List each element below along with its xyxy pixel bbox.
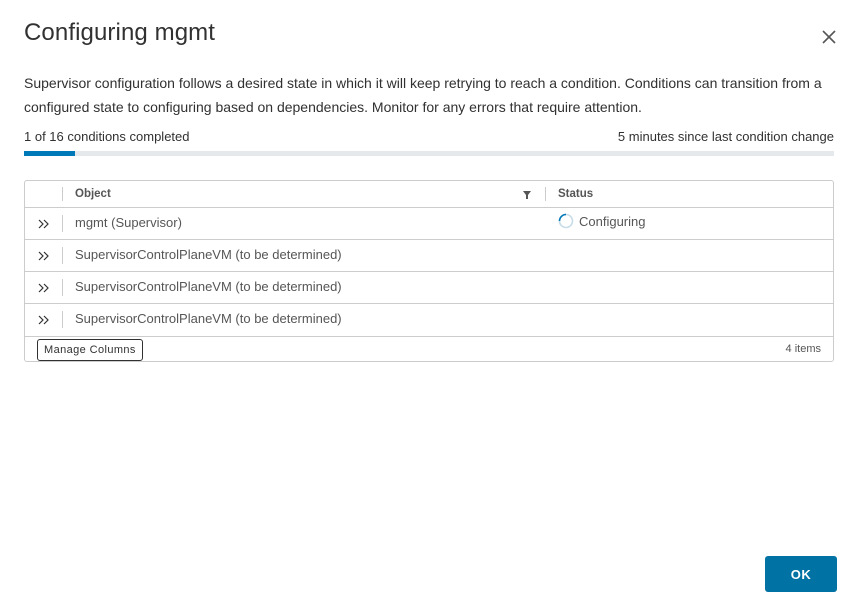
row-object: SupervisorControlPlaneVM (to be determin… <box>75 247 342 262</box>
row-separator <box>62 215 63 232</box>
configuring-modal: Configuring mgmt Supervisor configuratio… <box>0 0 861 616</box>
manage-columns-button[interactable]: Manage Columns <box>37 339 143 361</box>
modal-title: Configuring mgmt <box>24 19 216 46</box>
filter-icon[interactable] <box>522 190 532 200</box>
column-separator[interactable] <box>545 187 546 201</box>
conditions-completed-text: 1 of 16 conditions completed <box>24 129 190 144</box>
progress-bar <box>24 151 834 156</box>
spinner-icon <box>558 213 574 229</box>
column-header-status[interactable]: Status <box>558 188 593 200</box>
expand-row-icon[interactable] <box>37 281 51 295</box>
table-row: mgmt (Supervisor) Configuring <box>25 208 833 240</box>
table-row: SupervisorControlPlaneVM (to be determin… <box>25 240 833 272</box>
row-separator <box>62 247 63 264</box>
datagrid-footer: Manage Columns 4 items <box>25 336 833 362</box>
modal-description: Supervisor configuration follows a desir… <box>24 75 822 115</box>
row-separator <box>62 311 63 328</box>
row-object: SupervisorControlPlaneVM (to be determin… <box>75 279 342 294</box>
expand-row-icon[interactable] <box>37 249 51 263</box>
row-object: mgmt (Supervisor) <box>75 215 182 230</box>
ok-button[interactable]: OK <box>765 556 837 592</box>
progress-bar-fill <box>24 151 75 156</box>
last-change-text: 5 minutes since last condition change <box>617 129 834 144</box>
expand-row-icon[interactable] <box>37 313 51 327</box>
column-header-object[interactable]: Object <box>75 188 111 200</box>
status-text: Configuring <box>579 213 646 229</box>
table-row: SupervisorControlPlaneVM (to be determin… <box>25 272 833 304</box>
table-row: SupervisorControlPlaneVM (to be determin… <box>25 304 833 335</box>
datagrid-header: Object Status <box>25 181 833 208</box>
column-separator <box>62 187 63 201</box>
expand-row-icon[interactable] <box>37 217 51 231</box>
close-icon[interactable] <box>816 24 842 50</box>
row-separator <box>62 279 63 296</box>
row-object: SupervisorControlPlaneVM (to be determin… <box>75 311 342 326</box>
conditions-datagrid: Object Status mgmt (Supervisor) Configur… <box>24 180 834 362</box>
items-count: 4 items <box>785 343 821 355</box>
close-button[interactable] <box>816 24 842 50</box>
row-status: Configuring <box>558 213 646 229</box>
